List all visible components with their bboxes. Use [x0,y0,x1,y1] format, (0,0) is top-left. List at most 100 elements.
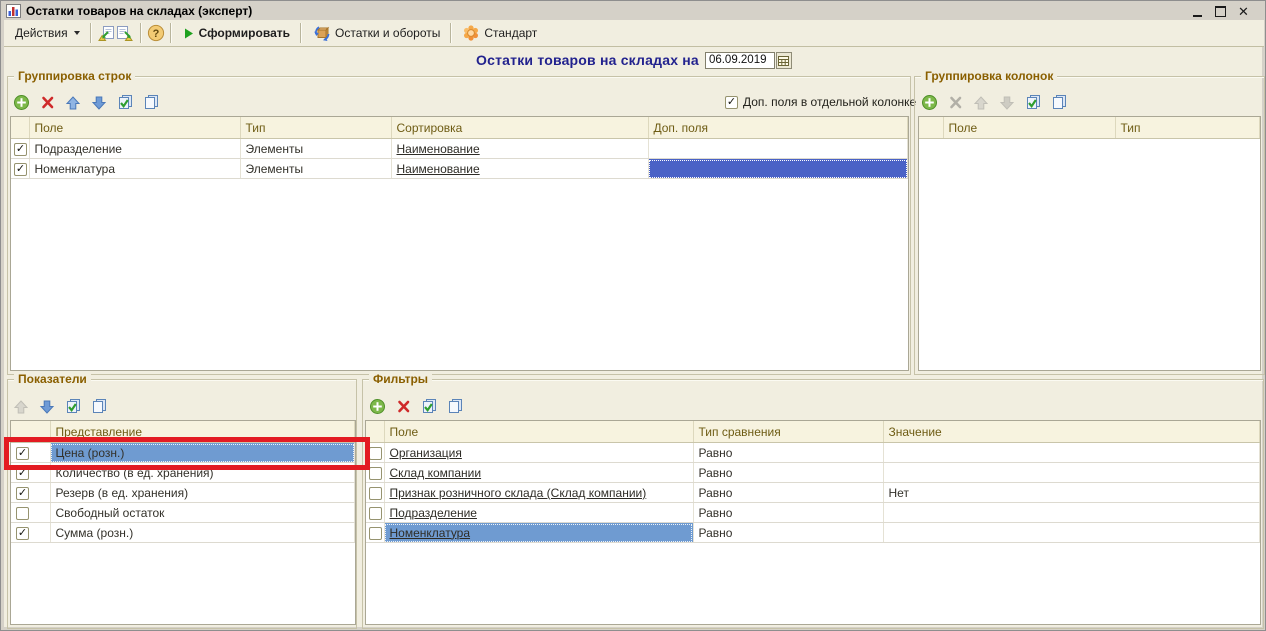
value-cell[interactable] [883,443,1260,463]
checkbox[interactable]: ✓ [14,163,27,176]
uncheck-all-icon[interactable] [89,397,109,416]
filter-field-link[interactable]: Подразделение [390,506,477,520]
filter-field-link[interactable]: Признак розничного склада (Склад компани… [390,486,647,500]
row-checkbox-cell[interactable]: ✓ [11,139,29,159]
extra-fields-cell-selected[interactable] [648,159,908,179]
check-all-icon[interactable] [115,93,135,112]
checkbox[interactable]: ✓ [16,467,29,480]
indicator-cell[interactable]: Резерв (в ед. хранения) [50,483,355,503]
help-button[interactable]: ? [146,24,166,43]
row-checkbox-cell[interactable]: ✓ [11,463,50,483]
row-checkbox-cell[interactable] [366,483,384,503]
uncheck-all-icon[interactable] [141,93,161,112]
delete-icon[interactable] [37,93,57,112]
value-cell[interactable] [883,523,1260,543]
move-down-icon[interactable] [37,397,57,416]
filter-field-link[interactable]: Организация [390,446,462,460]
row-grouping-title: Группировка строк [14,69,135,84]
move-down-icon[interactable] [89,93,109,112]
comparison-cell[interactable]: Равно [693,483,883,503]
standard-button[interactable]: Стандарт [456,21,543,45]
filter-field-cell[interactable]: Склад компании [384,463,693,483]
value-cell[interactable] [883,463,1260,483]
checkbox[interactable]: ✓ [16,447,29,460]
row-checkbox-cell[interactable]: ✓ [11,443,50,463]
sort-link[interactable]: Наименование [397,142,480,156]
indicator-cell[interactable]: Свободный остаток [50,503,355,523]
column-header [11,421,50,443]
table-row: Свободный остаток [11,503,355,523]
table-row: ✓ Цена (розн.) [11,443,355,463]
balances-turnovers-button[interactable]: Остатки и обороты [306,21,446,45]
toolbar-separator [450,23,452,43]
maximize-icon[interactable] [1214,5,1227,18]
checkbox[interactable] [369,527,382,540]
field-cell[interactable]: Номенклатура [29,159,240,179]
field-cell[interactable]: Подразделение [29,139,240,159]
extra-fields-checkbox[interactable]: ✓ [725,96,738,109]
value-cell[interactable] [883,503,1260,523]
checkbox[interactable] [369,507,382,520]
check-all-icon[interactable] [419,397,439,416]
comparison-cell[interactable]: Равно [693,463,883,483]
indicator-cell[interactable]: Количество (в ед. хранения) [50,463,355,483]
move-up-icon[interactable] [63,93,83,112]
row-checkbox-cell[interactable] [11,503,50,523]
minimize-icon[interactable] [1191,5,1204,18]
comparison-cell[interactable]: Равно [693,523,883,543]
date-input[interactable] [705,52,775,69]
checkbox[interactable]: ✓ [14,143,27,156]
checkbox[interactable] [369,447,382,460]
add-icon[interactable] [919,93,939,112]
uncheck-all-icon[interactable] [1049,93,1069,112]
type-cell[interactable]: Элементы [240,159,391,179]
uncheck-all-icon[interactable] [445,397,465,416]
filter-field-cell[interactable]: Признак розничного склада (Склад компани… [384,483,693,503]
row-checkbox-cell[interactable]: ✓ [11,483,50,503]
sort-cell[interactable]: Наименование [391,159,648,179]
checkbox[interactable] [369,467,382,480]
type-cell[interactable]: Элементы [240,139,391,159]
check-all-icon[interactable] [63,397,83,416]
table-row: ✓ Подразделение Элементы Наименование [11,139,908,159]
close-icon[interactable]: ✕ [1237,5,1250,18]
filter-field-cell[interactable]: Подразделение [384,503,693,523]
actions-menu-button[interactable]: Действия [9,23,86,43]
comparison-cell[interactable]: Равно [693,443,883,463]
report-title: Остатки товаров на складах на [476,52,699,68]
checkbox[interactable]: ✓ [16,487,29,500]
indicators-table: Представление ✓ Цена (розн.) ✓ Количеств… [10,420,356,625]
filter-field-cell[interactable]: Организация [384,443,693,463]
add-icon[interactable] [11,93,31,112]
row-checkbox-cell[interactable] [366,463,384,483]
indicator-cell-selected[interactable]: Цена (розн.) [50,443,355,463]
comparison-cell[interactable]: Равно [693,503,883,523]
check-all-icon[interactable] [1023,93,1043,112]
row-checkbox-cell[interactable] [366,443,384,463]
filter-field-link[interactable]: Склад компании [390,466,482,480]
value-cell[interactable]: Нет [883,483,1260,503]
generate-button[interactable]: Сформировать [176,23,296,43]
restore-settings-button[interactable] [96,24,116,43]
extra-fields-cell[interactable] [648,139,908,159]
sort-link[interactable]: Наименование [397,162,480,176]
row-checkbox-cell[interactable] [366,523,384,543]
caret-down-icon [74,31,80,35]
indicator-cell[interactable]: Сумма (розн.) [50,523,355,543]
checkbox[interactable] [16,507,29,520]
calendar-button[interactable] [776,52,792,69]
filter-field-cell-selected[interactable]: Номенклатура [384,523,693,543]
checkbox[interactable] [369,487,382,500]
filter-field-link[interactable]: Номенклатура [390,526,471,540]
checkbox[interactable]: ✓ [16,527,29,540]
column-header [366,421,384,443]
row-checkbox-cell[interactable]: ✓ [11,523,50,543]
sort-cell[interactable]: Наименование [391,139,648,159]
calendar-grid-icon [778,55,789,66]
row-checkbox-cell[interactable]: ✓ [11,159,29,179]
add-icon[interactable] [367,397,387,416]
row-checkbox-cell[interactable] [366,503,384,523]
save-settings-button[interactable] [116,24,136,43]
extra-fields-option[interactable]: ✓ Доп. поля в отдельной колонке [725,95,916,109]
delete-icon[interactable] [393,397,413,416]
